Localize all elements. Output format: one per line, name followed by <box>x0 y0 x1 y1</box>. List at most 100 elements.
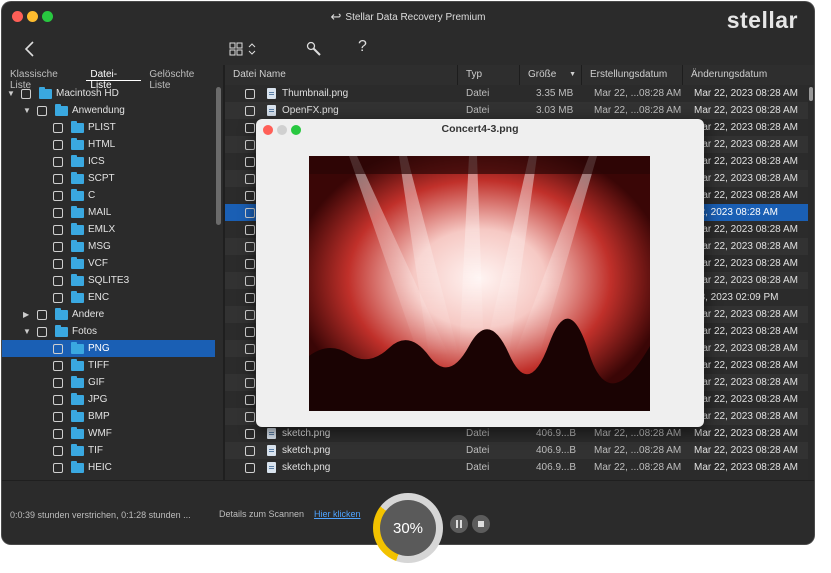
tree-item[interactable]: ▼ Macintosh HD <box>2 85 215 102</box>
tree-item-checkbox[interactable] <box>53 411 63 422</box>
row-checkbox[interactable] <box>245 139 255 150</box>
tree-item[interactable]: C <box>2 187 215 204</box>
column-header-modified[interactable]: Änderungsdatum <box>683 65 814 85</box>
tree-item-checkbox[interactable] <box>53 190 63 201</box>
row-checkbox[interactable] <box>245 122 255 133</box>
tree-item-checkbox[interactable] <box>53 343 63 354</box>
tree-item-checkbox[interactable] <box>53 275 63 286</box>
tree-item-checkbox[interactable] <box>53 445 63 456</box>
row-checkbox[interactable] <box>245 173 255 184</box>
table-scroll-thumb[interactable] <box>809 87 813 101</box>
row-checkbox[interactable] <box>245 309 255 320</box>
table-row[interactable]: OpenFX.png Datei 3.03 MB Mar 22, ...08:28 A… <box>225 102 808 119</box>
tree-item[interactable]: SQLITE3 <box>2 272 215 289</box>
row-checkbox[interactable] <box>245 360 255 371</box>
tree-item-checkbox[interactable] <box>53 377 63 388</box>
column-header-name[interactable]: Datei Name <box>225 65 458 85</box>
row-checkbox[interactable] <box>245 275 255 286</box>
row-checkbox[interactable] <box>245 292 255 303</box>
row-checkbox[interactable] <box>245 241 255 252</box>
tree-item-checkbox[interactable] <box>37 326 47 337</box>
row-checkbox[interactable] <box>245 411 255 422</box>
tree-scrollbar[interactable] <box>216 87 221 225</box>
tree-item[interactable]: GIF <box>2 374 215 391</box>
tree-item[interactable]: MSG <box>2 238 215 255</box>
disclosure-expanded-icon[interactable]: ▼ <box>23 106 31 115</box>
row-checkbox[interactable] <box>245 428 255 439</box>
row-checkbox[interactable] <box>245 156 255 167</box>
tree-item-checkbox[interactable] <box>37 105 47 116</box>
tab-geloeschte-liste[interactable]: Gelöschte Liste <box>141 65 223 91</box>
column-header-type[interactable]: Typ <box>458 65 520 85</box>
tree-item-checkbox[interactable] <box>53 428 63 439</box>
tab-klassische-liste[interactable]: Klassische Liste <box>2 65 86 91</box>
tree-item[interactable]: SCPT <box>2 170 215 187</box>
disclosure-expanded-icon[interactable]: ▼ <box>23 327 31 336</box>
tree-item[interactable]: TIF <box>2 442 215 459</box>
stop-button[interactable] <box>472 515 490 533</box>
minimize-window-button[interactable] <box>27 11 38 22</box>
tree-item[interactable]: VCF <box>2 255 215 272</box>
close-window-button[interactable] <box>12 11 23 22</box>
table-row[interactable]: sketch.png Datei 406.9...B Mar 22, ...08:28… <box>225 459 808 476</box>
tree-item-checkbox[interactable] <box>53 241 63 252</box>
tree-item[interactable]: HTML <box>2 136 215 153</box>
tree-item[interactable]: EMLX <box>2 221 215 238</box>
table-row[interactable]: Thumbnail.png Datei 3.35 MB Mar 22, ...08:2… <box>225 85 808 102</box>
tree-item-checkbox[interactable] <box>53 156 63 167</box>
tree-item-checkbox[interactable] <box>53 360 63 371</box>
row-checkbox[interactable] <box>245 190 255 201</box>
tree-item-checkbox[interactable] <box>53 139 63 150</box>
cell-modified: Mar 22, 2023 08:28 AM <box>694 105 798 116</box>
row-checkbox[interactable] <box>245 88 255 99</box>
tree-item-checkbox[interactable] <box>53 122 63 133</box>
tree-item[interactable]: BMP <box>2 408 215 425</box>
tree-item-checkbox[interactable] <box>21 88 31 99</box>
tree-item-checkbox[interactable] <box>53 207 63 218</box>
maximize-window-button[interactable] <box>42 11 53 22</box>
table-scrollbar[interactable] <box>808 85 814 480</box>
tree-item[interactable]: ▶ Andere <box>2 306 215 323</box>
tree-item[interactable]: HEIC <box>2 459 215 476</box>
tree-item[interactable]: ▼ Fotos <box>2 323 215 340</box>
tree-item-checkbox[interactable] <box>53 394 63 405</box>
tab-datei-liste[interactable]: Datei-Liste <box>86 65 142 91</box>
tree-item[interactable]: TIFF <box>2 357 215 374</box>
tree-item-checkbox[interactable] <box>53 224 63 235</box>
column-header-size[interactable]: Größe ▼ <box>520 65 582 85</box>
column-header-created[interactable]: Erstellungsdatum <box>582 65 683 85</box>
help-icon[interactable]: ? <box>358 38 367 56</box>
row-checkbox[interactable] <box>245 394 255 405</box>
row-checkbox[interactable] <box>245 326 255 337</box>
tree-item-checkbox[interactable] <box>53 292 63 303</box>
tree-item[interactable]: ICS <box>2 153 215 170</box>
row-checkbox[interactable] <box>245 462 255 473</box>
wrench-icon[interactable] <box>306 41 322 57</box>
tree-item[interactable]: ▼ Anwendung <box>2 102 215 119</box>
row-checkbox[interactable] <box>245 258 255 269</box>
row-checkbox[interactable] <box>245 207 255 218</box>
disclosure-expanded-icon[interactable]: ▼ <box>7 89 15 98</box>
tree-item-checkbox[interactable] <box>53 173 63 184</box>
grid-view-icon[interactable] <box>229 42 259 58</box>
table-row[interactable]: sketch.png Datei 406.9...B Mar 22, ...08:28… <box>225 442 808 459</box>
tree-item[interactable]: ENC <box>2 289 215 306</box>
tree-item-checkbox[interactable] <box>53 462 63 473</box>
table-row[interactable]: sketch.png Datei 406.9...B Mar 22, ...08:28… <box>225 425 808 442</box>
row-checkbox[interactable] <box>245 343 255 354</box>
tree-item[interactable]: JPG <box>2 391 215 408</box>
tree-item[interactable]: MAIL <box>2 204 215 221</box>
row-checkbox[interactable] <box>245 377 255 388</box>
tree-item[interactable]: PNG <box>2 340 215 357</box>
tree-item-checkbox[interactable] <box>53 258 63 269</box>
disclosure-collapsed-icon[interactable]: ▶ <box>23 310 29 319</box>
tree-item[interactable]: PLIST <box>2 119 215 136</box>
row-checkbox[interactable] <box>245 445 255 456</box>
row-checkbox[interactable] <box>245 105 255 116</box>
row-checkbox[interactable] <box>245 224 255 235</box>
tree-item[interactable]: WMF <box>2 425 215 442</box>
tree-item-checkbox[interactable] <box>37 309 47 320</box>
pause-button[interactable] <box>450 515 468 533</box>
chevron-left-icon[interactable] <box>24 41 36 57</box>
scan-details-link[interactable]: Hier klicken <box>314 509 361 519</box>
